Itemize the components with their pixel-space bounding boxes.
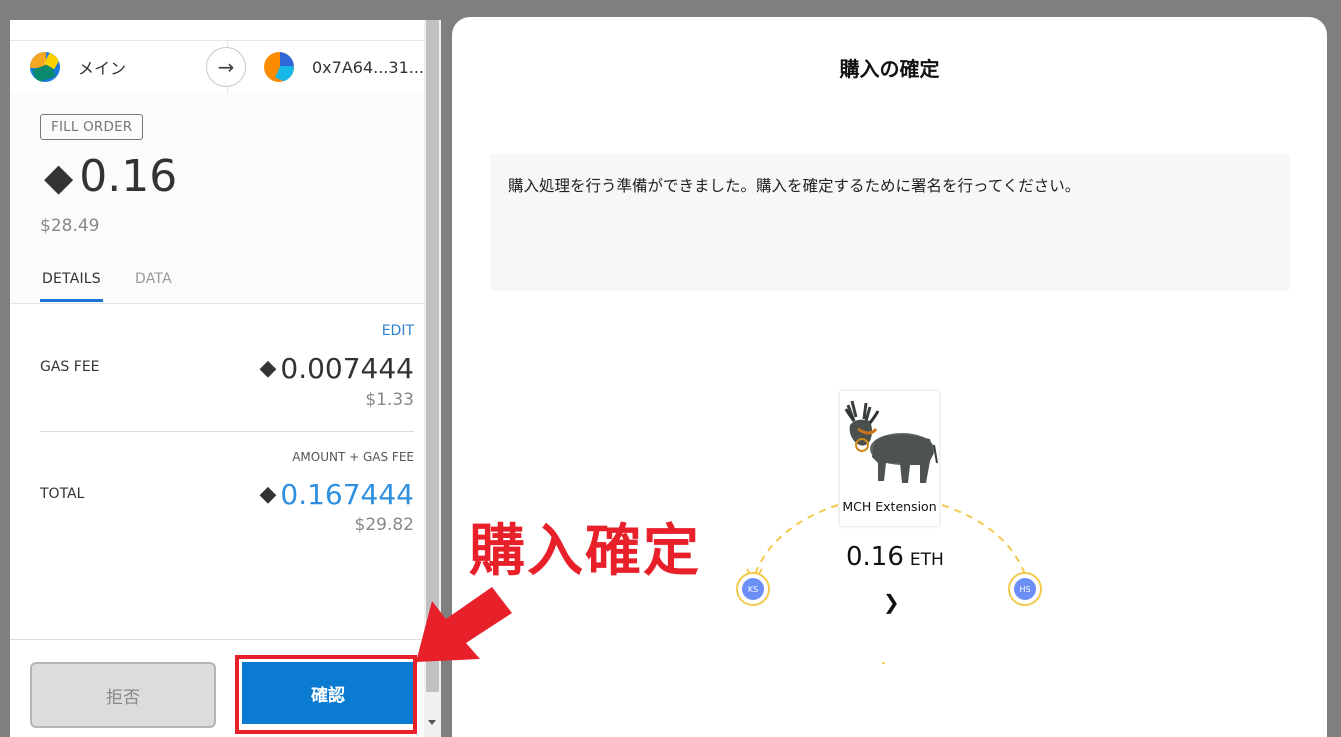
eth-icon: ◆: [259, 482, 277, 507]
annotation-label: 購入確定: [469, 519, 701, 584]
method-badge: FILL ORDER: [40, 114, 144, 140]
wallet-popup: メイン → 0x7A64...31... FILL ORDER ◆ 0.16 $…: [10, 20, 424, 737]
loading-dot: [882, 662, 885, 664]
scroll-down-icon[interactable]: [428, 720, 436, 725]
eth-icon: ◆: [44, 155, 74, 199]
to-account-address: 0x7A64...31...: [312, 57, 424, 77]
total-note: AMOUNT + GAS FEE: [292, 450, 414, 464]
annotation-arrow-icon: [416, 587, 512, 662]
amount-eth: 0.16: [79, 151, 178, 202]
active-tab-indicator: [40, 299, 103, 302]
purchase-confirm-modal: 購入の確定 購入処理を行う準備ができました。購入を確定するために署名を行ってくだ…: [452, 17, 1327, 737]
info-message: 購入処理を行う準備ができました。購入を確定するために署名を行ってください。: [508, 177, 1081, 195]
total-usd: $29.82: [354, 515, 414, 535]
chevron-right-icon[interactable]: ❯: [883, 590, 900, 614]
edit-gas-link[interactable]: EDIT: [382, 323, 414, 339]
from-account-name: メイン: [78, 59, 127, 78]
total-label: TOTAL: [40, 486, 85, 502]
total-value: ◆ 0.167444: [259, 478, 414, 511]
amount-usd: $28.49: [40, 216, 100, 236]
hs-node: HS: [1008, 572, 1042, 606]
arrow-right-icon: →: [206, 47, 246, 87]
ks-node-label: KS: [742, 578, 764, 600]
hero-card[interactable]: MCH Extension: [840, 391, 939, 526]
from-account[interactable]: メイン: [30, 51, 126, 83]
gas-fee-value: ◆ 0.007444: [259, 352, 414, 385]
ox-hero-icon: [844, 400, 938, 483]
gas-fee-eth: 0.007444: [280, 352, 414, 385]
divider: [40, 431, 414, 432]
hs-node-label: HS: [1014, 578, 1036, 600]
confirm-highlight-frame: [235, 655, 417, 734]
to-account[interactable]: 0x7A64...31...: [264, 51, 424, 83]
reject-button[interactable]: 拒否: [30, 662, 216, 728]
eth-icon: ◆: [259, 356, 277, 381]
price-unit: ETH: [909, 550, 944, 570]
gas-fee-usd: $1.33: [365, 390, 414, 410]
ks-node: KS: [736, 572, 770, 606]
price: 0.16 ETH: [846, 542, 944, 572]
send-amount: ◆ 0.16: [44, 155, 177, 199]
account-bar: メイン → 0x7A64...31...: [10, 40, 424, 94]
info-box: 購入処理を行う準備ができました。購入を確定するために署名を行ってください。: [490, 154, 1290, 291]
price-value: 0.16: [846, 542, 904, 572]
to-account-avatar: [264, 52, 294, 82]
background-right: [1327, 17, 1341, 737]
from-account-avatar: [30, 52, 60, 82]
total-eth: 0.167444: [280, 478, 414, 511]
tab-details[interactable]: DETAILS: [42, 271, 101, 287]
hero-name: MCH Extension: [842, 499, 937, 514]
transaction-summary: FILL ORDER ◆ 0.16 $28.49 DETAILS DATA: [10, 93, 424, 304]
tab-data[interactable]: DATA: [135, 271, 172, 287]
modal-title: 購入の確定: [839, 57, 940, 81]
gas-fee-label: GAS FEE: [40, 359, 100, 375]
